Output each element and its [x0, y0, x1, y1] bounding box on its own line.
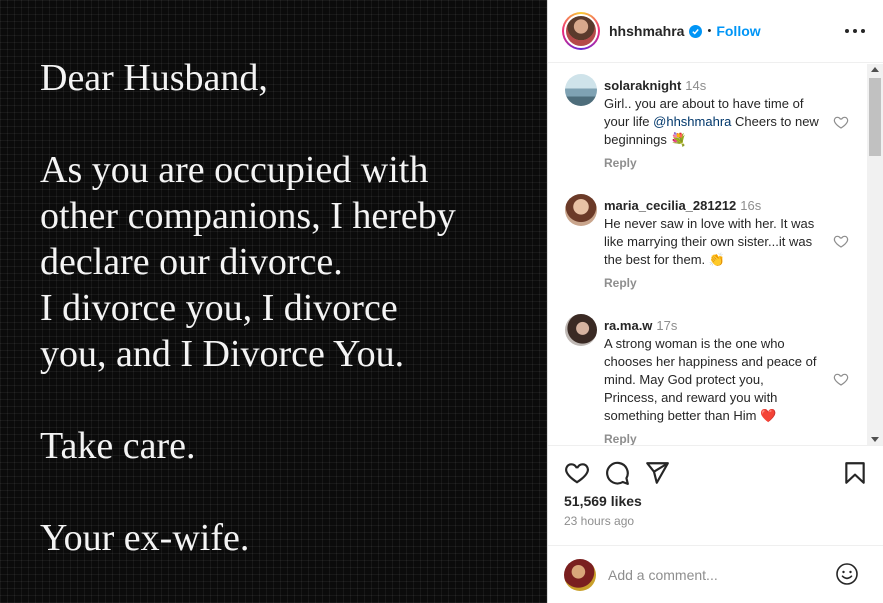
follow-button[interactable]: Follow [716, 23, 760, 39]
comment-username[interactable]: maria_cecilia_281212 [604, 198, 736, 213]
comment-time: 17s [656, 318, 678, 333]
author-username[interactable]: hhshmahra [609, 23, 684, 39]
current-user-avatar [564, 558, 596, 591]
post-timestamp[interactable]: 23 hours ago [564, 514, 634, 528]
scroll-down-arrow-icon[interactable] [871, 437, 879, 442]
share-icon[interactable] [644, 460, 670, 486]
post-actions: 51,569 likes 23 hours ago [548, 445, 883, 545]
bookmark-icon[interactable] [842, 460, 868, 486]
comments-scrollbar[interactable] [867, 64, 883, 445]
letter-closing: Take care. [40, 425, 196, 467]
comment-like-heart-icon[interactable] [833, 233, 849, 249]
comment-text: Girl.. you are about to have time of you… [604, 96, 819, 147]
separator-dot: • [707, 25, 712, 37]
more-options-icon[interactable] [845, 22, 865, 40]
letter-body: As you are occupied with other companion… [40, 149, 456, 375]
comment-time: 14s [685, 78, 707, 93]
commenter-avatar[interactable] [565, 194, 597, 226]
comment-item: ra.ma.w 17s A strong woman is the one who… [565, 304, 865, 445]
comment-username[interactable]: ra.ma.w [604, 318, 652, 333]
post-header: hhshmahra • Follow [548, 0, 883, 63]
post-side-panel: hhshmahra • Follow solaraknight 14s Girl.… [547, 0, 883, 603]
reply-button[interactable]: Reply [604, 156, 637, 170]
comment-item: solaraknight 14s Girl.. you are about to … [565, 64, 865, 184]
add-comment-bar [548, 545, 883, 603]
letter-greeting: Dear Husband, [40, 57, 268, 99]
comment-text: A strong woman is the one who chooses he… [604, 336, 817, 423]
letter-text: Dear Husband, As you are occupied with o… [40, 55, 540, 561]
comments-list[interactable]: solaraknight 14s Girl.. you are about to … [548, 64, 883, 445]
comment-text: He never saw in love with her. It was li… [604, 216, 815, 267]
comment-username[interactable]: solaraknight [604, 78, 681, 93]
commenter-avatar[interactable] [565, 314, 597, 346]
emoji-picker-icon[interactable] [835, 562, 859, 586]
commenter-avatar[interactable] [565, 74, 597, 106]
reply-button[interactable]: Reply [604, 432, 637, 445]
add-comment-input[interactable] [608, 566, 828, 583]
comment-like-heart-icon[interactable] [833, 114, 849, 130]
letter-signature: Your ex-wife. [40, 517, 250, 559]
comment-item: maria_cecilia_281212 16s He never saw in … [565, 184, 865, 304]
comment-time: 16s [740, 198, 762, 213]
comment-icon[interactable] [604, 460, 630, 486]
scrollbar-thumb[interactable] [869, 78, 881, 156]
verified-badge-icon [689, 24, 703, 38]
post-image[interactable]: Dear Husband, As you are occupied with o… [0, 0, 547, 603]
comment-like-heart-icon[interactable] [833, 371, 849, 387]
heart-icon[interactable] [564, 460, 590, 486]
comment-mention-link[interactable]: @hhshmahra [653, 114, 731, 129]
reply-button[interactable]: Reply [604, 276, 637, 290]
likes-count[interactable]: 51,569 likes [564, 493, 642, 509]
scroll-up-arrow-icon[interactable] [871, 67, 879, 72]
author-avatar[interactable] [562, 12, 600, 50]
